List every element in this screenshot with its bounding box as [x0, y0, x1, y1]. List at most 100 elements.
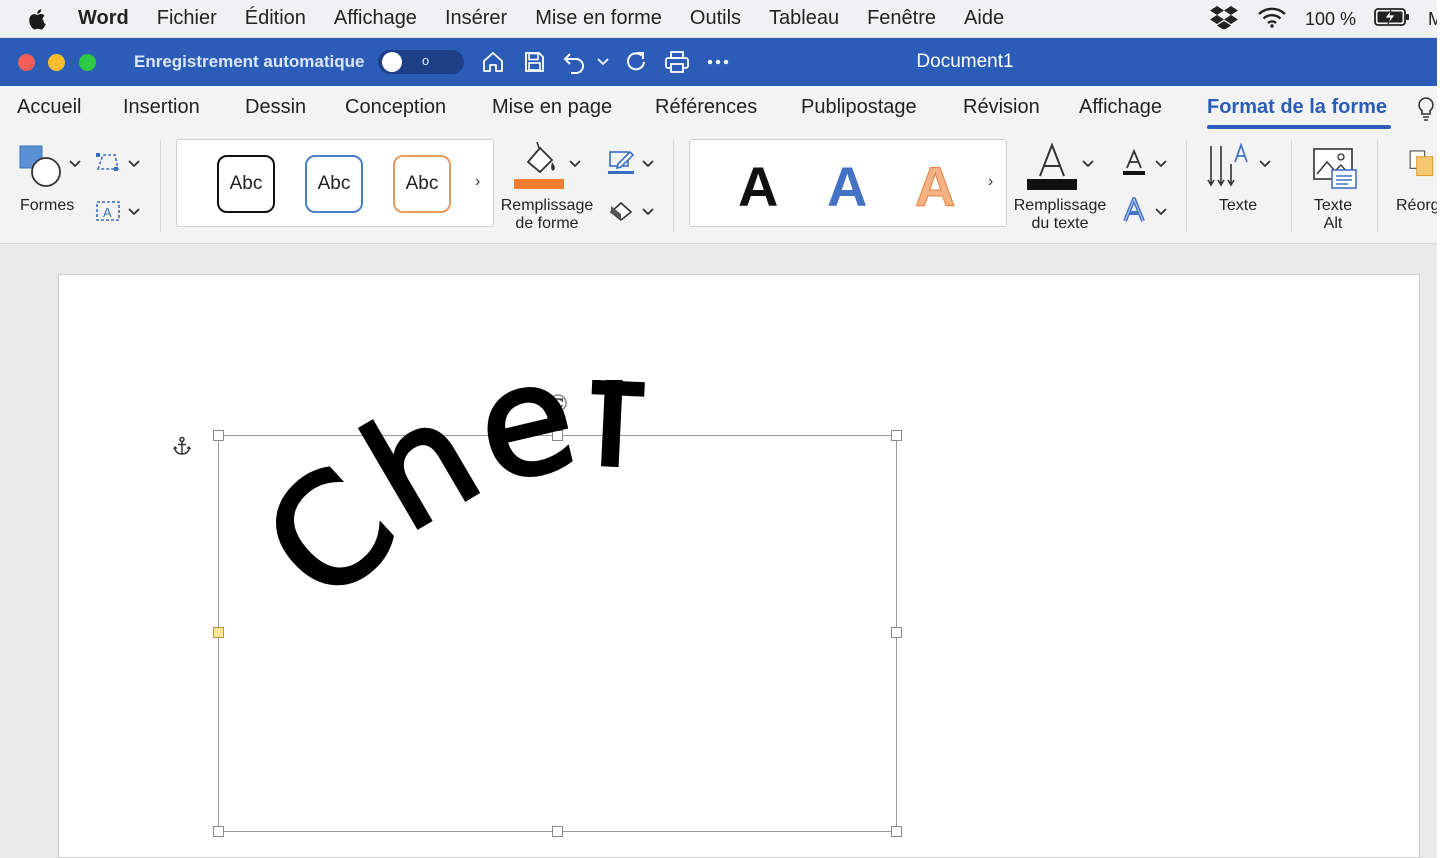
- alt-text-label-line2[interactable]: Alt: [1305, 215, 1361, 233]
- alt-text-icon[interactable]: [1308, 146, 1360, 192]
- shape-fill-label-line1[interactable]: Remplissage: [499, 197, 595, 215]
- tab-publipostage[interactable]: Publipostage: [801, 96, 917, 119]
- undo-dropdown-chevron-icon[interactable]: [590, 48, 616, 76]
- ribbon-tab-bar: Accueil Insertion Dessin Conception Mise…: [0, 86, 1437, 130]
- tab-format-de-la-forme[interactable]: Format de la forme: [1207, 96, 1387, 119]
- arrange-icon[interactable]: [1408, 144, 1437, 184]
- shape-fill-dropdown-chevron-icon[interactable]: [568, 158, 582, 170]
- more-options-icon[interactable]: [703, 48, 733, 76]
- tab-affichage[interactable]: Affichage: [1079, 96, 1162, 119]
- shape-style-blue-outline[interactable]: Abc: [305, 155, 363, 213]
- svg-text:A: A: [103, 205, 112, 220]
- wordart-gallery-more-chevron-icon[interactable]: ›: [988, 173, 993, 191]
- ribbon-toolbar: Formes A Abc Abc Abc › Remplissage de fo…: [0, 130, 1437, 244]
- shape-style-orange-outline[interactable]: Abc: [393, 155, 451, 213]
- text-fill-label-line2[interactable]: du texte: [1012, 215, 1108, 233]
- menu-fichier[interactable]: Fichier: [157, 7, 217, 30]
- status-area: 100 % M: [1209, 0, 1440, 38]
- anchor-icon[interactable]: [172, 436, 192, 461]
- menu-app-word[interactable]: Word: [78, 7, 129, 30]
- shape-style-black-outline[interactable]: Abc: [217, 155, 275, 213]
- minimize-window-button[interactable]: [48, 54, 65, 71]
- zoom-window-button[interactable]: [79, 54, 96, 71]
- menu-mise-en-forme[interactable]: Mise en forme: [535, 7, 662, 30]
- wordart-text-path: Chef: [231, 380, 648, 637]
- tab-mise-en-page[interactable]: Mise en page: [492, 96, 612, 119]
- battery-percent: 100 %: [1304, 8, 1356, 29]
- window-title-bar: Enregistrement automatique o Document1: [0, 38, 1437, 86]
- wordart-text: Chef: [233, 380, 650, 635]
- text-outline-dropdown-chevron-icon[interactable]: [1154, 158, 1168, 170]
- formes-label[interactable]: Formes: [20, 197, 74, 215]
- group-separator: [1291, 140, 1292, 232]
- shape-effects-dropdown-chevron-icon[interactable]: [641, 206, 655, 218]
- group-separator: [1186, 140, 1187, 232]
- menu-affichage[interactable]: Affichage: [334, 7, 417, 30]
- tab-accueil[interactable]: Accueil: [17, 96, 81, 119]
- text-fill-icon[interactable]: [1025, 142, 1079, 192]
- toggle-knob: [382, 52, 402, 72]
- menu-fenetre[interactable]: Fenêtre: [867, 7, 936, 30]
- wordart-style-blue[interactable]: A: [827, 154, 867, 219]
- save-icon[interactable]: [519, 48, 549, 76]
- menu-tableau[interactable]: Tableau: [769, 7, 839, 30]
- text-effects-dropdown-chevron-icon[interactable]: [1154, 206, 1168, 218]
- shape-outline-dropdown-chevron-icon[interactable]: [641, 158, 655, 170]
- text-box-icon[interactable]: A: [93, 199, 123, 223]
- gallery-more-chevron-icon[interactable]: ›: [475, 173, 480, 191]
- tab-revision[interactable]: Révision: [963, 96, 1040, 119]
- shape-fill-label-line2[interactable]: de forme: [499, 215, 595, 233]
- text-fill-dropdown-chevron-icon[interactable]: [1081, 158, 1095, 170]
- redo-icon[interactable]: [621, 48, 651, 76]
- resize-handle-bottom[interactable]: [552, 826, 563, 837]
- tab-dessin[interactable]: Dessin: [245, 96, 306, 119]
- group-separator: [160, 140, 161, 232]
- active-tab-underline: [1207, 125, 1391, 129]
- menu-outils[interactable]: Outils: [690, 7, 741, 30]
- group-separator: [673, 140, 674, 232]
- menu-inserer[interactable]: Insérer: [445, 7, 507, 30]
- shapes-dropdown-chevron-icon[interactable]: [68, 158, 82, 170]
- close-window-button[interactable]: [18, 54, 35, 71]
- resize-handle-bottom-left[interactable]: [213, 826, 224, 837]
- home-icon[interactable]: [478, 48, 508, 76]
- autosave-toggle[interactable]: o: [378, 50, 464, 74]
- text-direction-icon[interactable]: [1205, 142, 1253, 190]
- text-outline-icon[interactable]: [1119, 148, 1149, 176]
- tab-references[interactable]: Références: [655, 96, 757, 119]
- wordart-style-black[interactable]: A: [738, 154, 778, 219]
- menu-aide[interactable]: Aide: [964, 7, 1004, 30]
- wifi-icon[interactable]: [1257, 6, 1287, 33]
- lightbulb-icon[interactable]: [1416, 96, 1436, 127]
- battery-charging-icon[interactable]: [1374, 7, 1410, 32]
- text-direction-dropdown-chevron-icon[interactable]: [1258, 158, 1272, 170]
- menu-edition[interactable]: Édition: [245, 7, 306, 30]
- text-box-dropdown-chevron-icon[interactable]: [127, 206, 141, 218]
- edit-shape-icon[interactable]: [93, 150, 123, 174]
- edit-shape-dropdown-chevron-icon[interactable]: [127, 158, 141, 170]
- shape-outline-pen-icon[interactable]: [605, 148, 637, 176]
- dropbox-icon[interactable]: [1209, 5, 1239, 34]
- apple-icon[interactable]: [26, 8, 50, 30]
- tab-conception[interactable]: Conception: [345, 96, 446, 119]
- text-fill-label-line1[interactable]: Remplissage: [1012, 197, 1108, 215]
- shape-styles-gallery: Abc Abc Abc ›: [176, 139, 494, 227]
- tab-insertion[interactable]: Insertion: [123, 96, 200, 119]
- texte-label[interactable]: Texte: [1212, 197, 1264, 215]
- group-separator: [1377, 140, 1378, 232]
- resize-handle-bottom-right[interactable]: [891, 826, 902, 837]
- document-title: Document1: [916, 51, 1014, 72]
- shape-effects-icon[interactable]: [605, 198, 637, 224]
- arrange-label[interactable]: Réorg: [1396, 197, 1437, 215]
- print-icon[interactable]: [662, 48, 692, 76]
- wordart-arched-text[interactable]: Chef: [218, 380, 898, 650]
- wordart-styles-gallery: A A A ›: [689, 139, 1007, 227]
- undo-icon[interactable]: [560, 48, 590, 76]
- shapes-icon[interactable]: [18, 144, 64, 188]
- alt-text-label-line1[interactable]: Texte: [1305, 197, 1361, 215]
- autosave-label: Enregistrement automatique: [134, 52, 365, 71]
- text-effects-icon[interactable]: [1119, 196, 1149, 224]
- shape-fill-bucket-icon[interactable]: [512, 140, 566, 192]
- autosave-state: o: [422, 53, 430, 68]
- wordart-style-orange[interactable]: A: [914, 154, 955, 219]
